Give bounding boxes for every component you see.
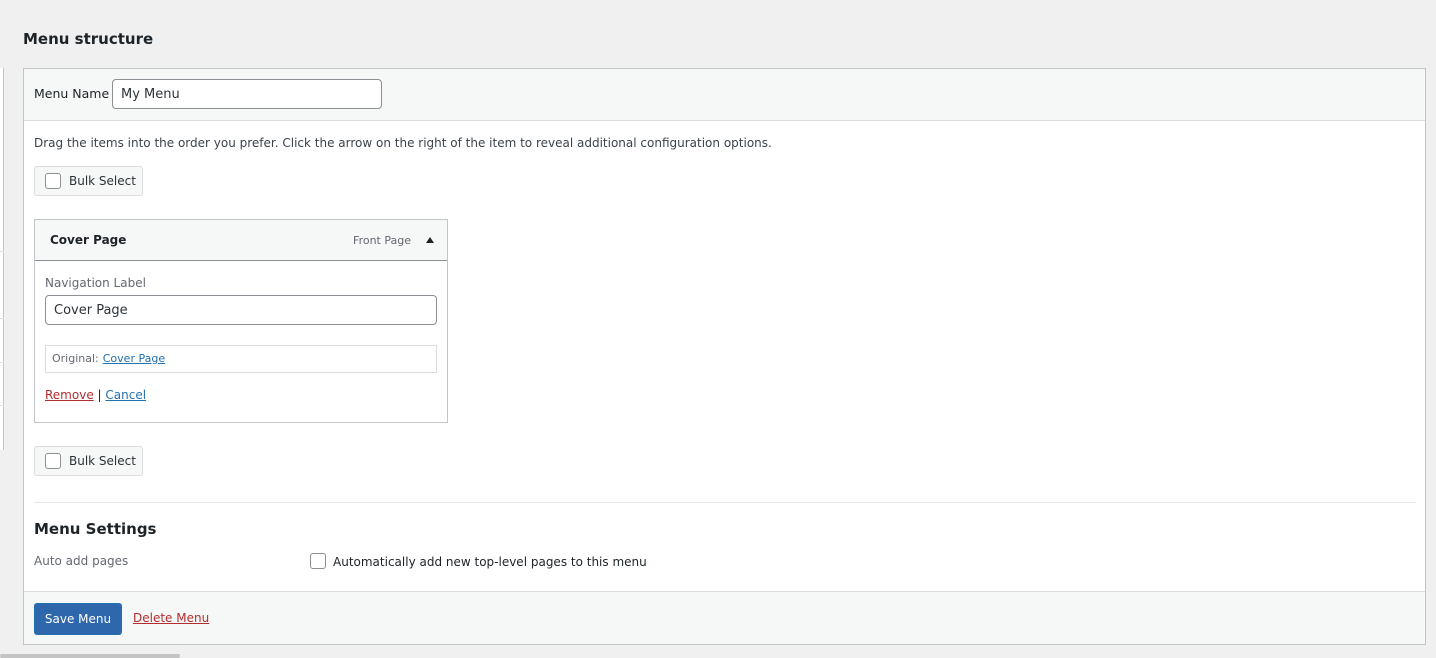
auto-add-pages-label: Auto add pages [34,554,129,568]
horizontal-scrollbar-thumb[interactable] [0,654,180,658]
menu-item-settings: Navigation Label Original: Cover Page Rem… [35,262,447,422]
menu-settings-title: Menu Settings [34,520,157,538]
bulk-select-bottom-button[interactable]: Bulk Select [34,446,143,476]
checkbox-icon[interactable] [45,453,61,469]
auto-add-pages-option-label[interactable]: Automatically add new top-level pages to… [333,555,647,569]
bulk-select-label: Bulk Select [69,174,136,188]
save-menu-button[interactable]: Save Menu [34,603,122,635]
original-link[interactable]: Cover Page [103,352,165,365]
triangle-up-icon [426,237,434,243]
navigation-label-label: Navigation Label [45,276,146,290]
menu-item-actions: Remove | Cancel [45,388,146,402]
menu-management-box: Menu Name Drag the items into the order … [23,68,1426,645]
navigation-label-input[interactable] [45,295,437,325]
left-panel-divider [0,251,4,252]
original-label: Original: [52,352,99,365]
delete-menu-link[interactable]: Delete Menu [133,611,209,625]
cancel-link[interactable]: Cancel [105,388,146,402]
left-panel-edge [0,68,4,450]
bulk-select-label: Bulk Select [69,454,136,468]
item-edit-toggle-button[interactable] [419,228,441,252]
actions-separator: | [97,388,102,402]
drag-instructions: Drag the items into the order you prefer… [34,136,772,150]
original-link-box: Original: Cover Page [45,345,437,373]
left-panel-divider [0,318,4,319]
menu-name-label: Menu Name [34,86,110,101]
remove-link[interactable]: Remove [45,388,94,402]
bulk-select-top-button[interactable]: Bulk Select [34,166,143,196]
menu-item-handle[interactable]: Cover Page Front Page [35,220,447,261]
auto-add-pages-checkbox[interactable] [310,553,326,569]
settings-divider [34,502,1416,503]
menu-item-type: Front Page [353,234,411,247]
menu-header: Menu Name [24,69,1425,121]
checkbox-icon[interactable] [45,173,61,189]
left-panel-divider [0,362,4,363]
menu-name-input[interactable] [112,79,382,109]
menu-item-title: Cover Page [50,233,127,247]
menu-item-cover-page: Cover Page Front Page Navigation Label O… [34,219,448,423]
page-title: Menu structure [23,30,154,48]
menu-footer: Save Menu Delete Menu [24,591,1425,644]
left-panel-divider [0,405,4,406]
